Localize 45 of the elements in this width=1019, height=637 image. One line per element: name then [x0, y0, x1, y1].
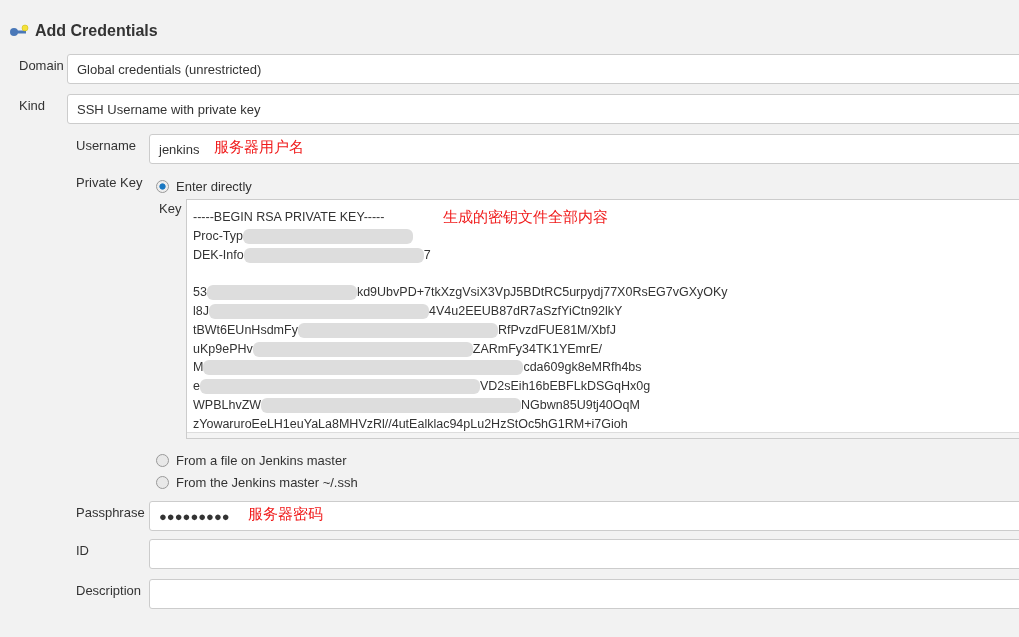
key-text: e	[193, 378, 200, 396]
key-text: l8J	[193, 303, 209, 320]
page-title: Add Credentials	[35, 22, 158, 40]
input-field[interactable]	[149, 579, 1019, 609]
annotation: 服务器密码	[248, 505, 323, 524]
input-field[interactable]: ●●●●●●●●● 服务器密码	[149, 501, 1019, 531]
field-label: Description	[76, 582, 143, 600]
field-label: Key	[159, 200, 183, 218]
key-text: cda609gk8eMRfh4bs	[523, 359, 642, 377]
key-text: 4V4u2EEUB87dR7aSzfYiCtn92lkY	[429, 303, 623, 320]
key-text: DEK-Info	[193, 246, 244, 264]
input-field[interactable]: Global credentials (unrestricted)	[67, 54, 1019, 84]
key-text: NGbwn85U9tj40OqM	[521, 396, 640, 414]
radio-label[interactable]: From a file on Jenkins master	[176, 452, 347, 468]
key-textarea[interactable]	[186, 199, 1019, 439]
key-text: Proc-Typ	[193, 227, 243, 245]
key-text: kd9UbvPD+7tkXzgVsiX3VpJ5BDtRC5urpydj77X0RsEG7vGXyOKy	[356, 284, 728, 302]
key-text: -----BEGIN RSA PRIVATE KEY-----	[193, 209, 385, 226]
input-field[interactable]: jenkins 服务器用户名	[149, 134, 1019, 164]
key-icon	[9, 24, 29, 38]
key-text: VD2sEih16bEBFLkDSGqHx0g	[479, 378, 651, 396]
key-text: 53	[193, 284, 207, 302]
radio-label[interactable]: From the Jenkins master ~/.ssh	[176, 474, 358, 490]
radio-button[interactable]	[156, 453, 169, 467]
field-label: Kind	[19, 97, 47, 115]
key-text: 7	[423, 246, 431, 264]
key-text: RfPvzdFUE81M/XbfJ	[497, 321, 616, 339]
annotation: 服务器用户名	[214, 138, 304, 157]
key-text: tBWt6EUnHsdmFy	[193, 321, 298, 339]
input-field[interactable]: SSH Username with private key	[67, 94, 1019, 124]
field-label: ID	[76, 542, 90, 560]
input-field[interactable]	[149, 539, 1019, 569]
field-label: Domain	[19, 57, 65, 75]
annotation: 生成的密钥文件全部内容	[443, 208, 608, 227]
key-text: M	[193, 359, 204, 377]
key-text: zYowaruroEeLH1euYaLa8MHVzRl//4utEalklac94pLu2HzStOc5hG1RM+i7Gioh	[193, 415, 628, 433]
field-label: Private Key	[76, 175, 144, 192]
key-text: WPBLhvZW	[193, 396, 262, 414]
radio-button[interactable]	[156, 179, 169, 193]
field-label: Username	[76, 137, 137, 155]
radio-button[interactable]	[156, 475, 169, 489]
radio-label[interactable]: Enter directly	[176, 178, 252, 194]
key-text: ZARmFy34TK1YEmrE/	[472, 340, 602, 358]
field-label: Passphrase	[76, 504, 146, 522]
key-text: uKp9ePHv	[193, 340, 253, 358]
